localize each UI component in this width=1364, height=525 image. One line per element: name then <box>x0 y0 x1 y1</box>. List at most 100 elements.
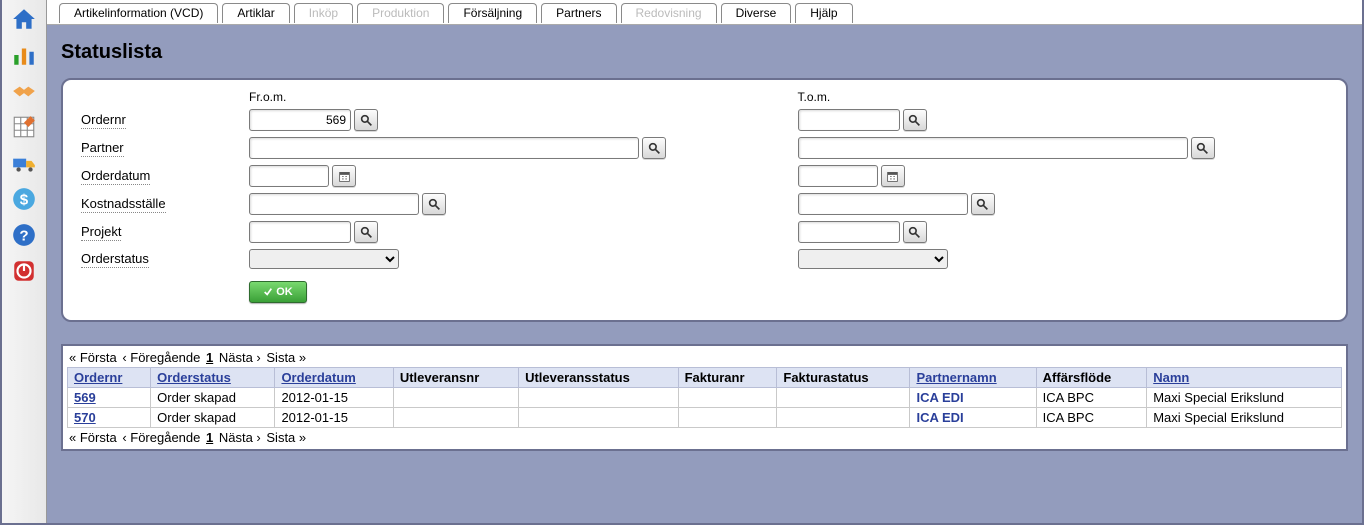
cell-utleveransstatus <box>519 388 679 408</box>
help-icon[interactable]: ? <box>9 220 39 250</box>
home-icon[interactable] <box>9 4 39 34</box>
cell-ordernr[interactable]: 569 <box>68 388 151 408</box>
top-tabs: Artikelinformation (VCD) Artiklar Inköp … <box>47 0 1362 25</box>
to-ordernr-input[interactable] <box>798 109 900 131</box>
cell-partnernamn[interactable]: ICA EDI <box>910 388 1036 408</box>
label-ordernr: Ordernr <box>81 112 126 129</box>
truck-icon[interactable] <box>9 148 39 178</box>
ok-button[interactable]: OK <box>249 281 307 303</box>
pager-current: 1 <box>206 350 213 365</box>
pager-prev-b[interactable]: ‹ Föregående <box>122 430 200 445</box>
tab-diverse[interactable]: Diverse <box>721 3 792 23</box>
svg-text:?: ? <box>19 227 28 244</box>
ok-button-label: OK <box>276 286 293 298</box>
cell-affarsflode: ICA BPC <box>1036 408 1147 428</box>
th-utleveransnr[interactable]: Utleveransnr <box>393 368 518 388</box>
pager-prev[interactable]: ‹ Föregående <box>122 350 200 365</box>
tab-inkop: Inköp <box>294 3 353 23</box>
cell-orderdatum: 2012-01-15 <box>275 408 393 428</box>
lookup-to-partner[interactable] <box>1191 137 1215 159</box>
pager-next[interactable]: Nästa › <box>219 350 261 365</box>
chart-icon[interactable] <box>9 40 39 70</box>
table-row: 570Order skapad2012-01-15 ICA EDIICA BPCM… <box>68 408 1342 428</box>
tab-hjalp[interactable]: Hjälp <box>795 3 852 23</box>
cell-fakturanr <box>678 408 777 428</box>
tab-produktion: Produktion <box>357 3 444 23</box>
from-partner-input[interactable] <box>249 137 639 159</box>
from-orderstatus-select[interactable] <box>249 249 399 269</box>
cell-namn: Maxi Special Erikslund <box>1147 408 1342 428</box>
table-row: 569Order skapad2012-01-15 ICA EDIICA BPCM… <box>68 388 1342 408</box>
tab-artikelinformation[interactable]: Artikelinformation (VCD) <box>59 3 218 23</box>
cell-fakturastatus <box>777 408 910 428</box>
pager-current-b: 1 <box>206 430 213 445</box>
filter-panel: Fr.o.m. T.o.m. Ordernr Partner Orderdatu… <box>61 78 1348 322</box>
cell-utleveransnr <box>393 388 518 408</box>
cell-namn: Maxi Special Erikslund <box>1147 388 1342 408</box>
th-ordernr[interactable]: Ordernr <box>68 368 151 388</box>
tab-partners[interactable]: Partners <box>541 3 616 23</box>
th-fakturanr[interactable]: Fakturanr <box>678 368 777 388</box>
pager-bottom: « Första ‹ Föregående 1 Nästa › Sista » <box>67 428 1342 447</box>
cell-utleveransnr <box>393 408 518 428</box>
tab-forsaljning[interactable]: Försäljning <box>448 3 537 23</box>
column-header-from: Fr.o.m. <box>249 90 780 104</box>
calendar-from-orderdatum[interactable] <box>332 165 356 187</box>
th-partnernamn[interactable]: Partnernamn <box>910 368 1036 388</box>
to-kostnad-input[interactable] <box>798 193 968 215</box>
tab-artiklar[interactable]: Artiklar <box>222 3 289 23</box>
label-orderstatus: Orderstatus <box>81 251 149 268</box>
handshake-icon[interactable] <box>9 76 39 106</box>
results-table: Ordernr Orderstatus Orderdatum Utleveran… <box>67 367 1342 428</box>
pager-top: « Första ‹ Föregående 1 Nästa › Sista » <box>67 348 1342 367</box>
label-partner: Partner <box>81 140 124 157</box>
th-utleveransstatus[interactable]: Utleveransstatus <box>519 368 679 388</box>
cell-ordernr[interactable]: 570 <box>68 408 151 428</box>
tab-redovisning: Redovisning <box>621 3 717 23</box>
label-kostnad: Kostnadsställe <box>81 196 166 213</box>
from-projekt-input[interactable] <box>249 221 351 243</box>
to-projekt-input[interactable] <box>798 221 900 243</box>
th-orderdatum[interactable]: Orderdatum <box>275 368 393 388</box>
from-kostnad-input[interactable] <box>249 193 419 215</box>
lookup-from-partner[interactable] <box>642 137 666 159</box>
from-orderdatum-input[interactable] <box>249 165 329 187</box>
pager-last-b[interactable]: Sista » <box>266 430 306 445</box>
to-orderdatum-input[interactable] <box>798 165 878 187</box>
cell-utleveransstatus <box>519 408 679 428</box>
calendar-to-orderdatum[interactable] <box>881 165 905 187</box>
lookup-to-kostnad[interactable] <box>971 193 995 215</box>
pager-first[interactable]: « Första <box>69 350 117 365</box>
cell-fakturanr <box>678 388 777 408</box>
lookup-to-ordernr[interactable] <box>903 109 927 131</box>
dollar-icon[interactable]: $ <box>9 184 39 214</box>
pager-last[interactable]: Sista » <box>266 350 306 365</box>
th-namn[interactable]: Namn <box>1147 368 1342 388</box>
from-ordernr-input[interactable] <box>249 109 351 131</box>
th-fakturastatus[interactable]: Fakturastatus <box>777 368 910 388</box>
cell-orderstatus: Order skapad <box>151 388 275 408</box>
to-orderstatus-select[interactable] <box>798 249 948 269</box>
label-projekt: Projekt <box>81 224 121 241</box>
cell-affarsflode: ICA BPC <box>1036 388 1147 408</box>
lookup-from-ordernr[interactable] <box>354 109 378 131</box>
lookup-from-projekt[interactable] <box>354 221 378 243</box>
cell-fakturastatus <box>777 388 910 408</box>
lookup-to-projekt[interactable] <box>903 221 927 243</box>
pager-first-b[interactable]: « Första <box>69 430 117 445</box>
pager-next-b[interactable]: Nästa › <box>219 430 261 445</box>
to-partner-input[interactable] <box>798 137 1188 159</box>
svg-text:$: $ <box>20 191 29 208</box>
power-icon[interactable] <box>9 256 39 286</box>
cell-orderdatum: 2012-01-15 <box>275 388 393 408</box>
th-orderstatus[interactable]: Orderstatus <box>151 368 275 388</box>
cell-orderstatus: Order skapad <box>151 408 275 428</box>
th-affarsflode[interactable]: Affärsflöde <box>1036 368 1147 388</box>
page-title: Statuslista <box>61 41 1348 64</box>
label-orderdatum: Orderdatum <box>81 168 150 185</box>
sidebar: $ ? <box>2 0 47 523</box>
cell-partnernamn[interactable]: ICA EDI <box>910 408 1036 428</box>
spreadsheet-icon[interactable] <box>9 112 39 142</box>
results-panel: « Första ‹ Föregående 1 Nästa › Sista » … <box>61 344 1348 451</box>
lookup-from-kostnad[interactable] <box>422 193 446 215</box>
